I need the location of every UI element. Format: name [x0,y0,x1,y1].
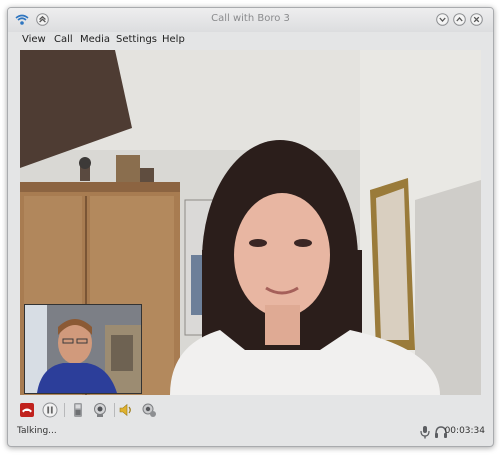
menu-view[interactable]: View [22,34,46,45]
microphone-icon[interactable] [418,425,432,439]
window-title: Call with Boro 3 [211,13,290,24]
call-toolbar [8,397,493,423]
status-bar: Talking... 00:03:34 [8,422,493,444]
volume-icon[interactable] [118,402,134,418]
toolbar-separator [64,403,65,417]
maximize-icon[interactable] [453,13,466,26]
minimize-icon[interactable] [436,13,449,26]
call-status: Talking... [17,426,57,436]
hangup-icon[interactable] [19,402,35,418]
call-duration: 00:03:34 [444,426,485,436]
title-bar: Call with Boro 3 [8,8,493,32]
local-video-frame [25,305,141,393]
remote-video [20,50,481,395]
call-window: Call with Boro 3 View Call Media Setting… [7,7,494,447]
hold-icon[interactable] [42,402,58,418]
dialpad-icon[interactable] [70,402,86,418]
menu-media[interactable]: Media [80,34,110,45]
close-icon[interactable] [470,13,483,26]
local-video-preview[interactable] [24,304,142,394]
menu-bar: View Call Media Settings Help [8,32,493,50]
menu-help[interactable]: Help [162,34,185,45]
menu-call[interactable]: Call [54,34,73,45]
toolbar-separator [114,403,115,417]
settings-webcam-icon[interactable] [141,402,157,418]
menu-settings[interactable]: Settings [116,34,157,45]
webcam-icon[interactable] [92,402,108,418]
